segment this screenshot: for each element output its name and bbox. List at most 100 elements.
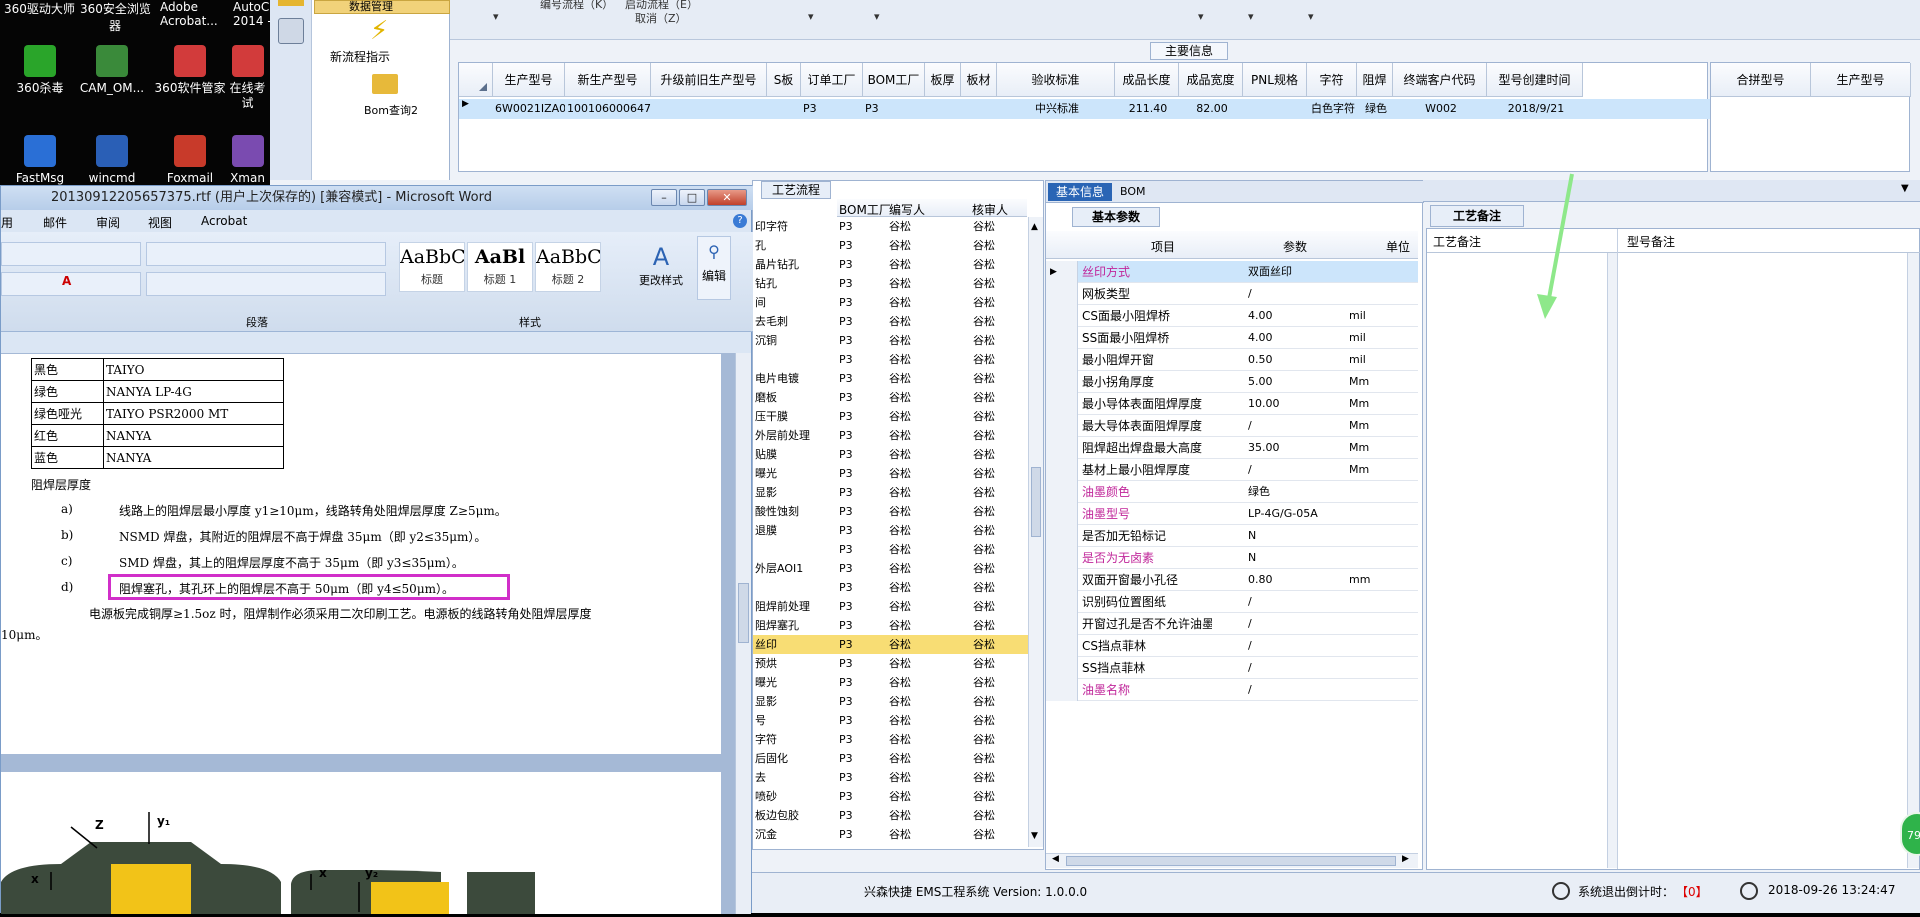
row-header[interactable] bbox=[1046, 679, 1078, 701]
row-header[interactable] bbox=[1046, 569, 1078, 591]
new-flow-button[interactable]: 新流程指示 bbox=[330, 48, 390, 65]
table-row[interactable]: 油墨名称 / bbox=[1046, 679, 1418, 701]
row-header[interactable] bbox=[1046, 393, 1078, 415]
help-icon[interactable]: ? bbox=[733, 214, 747, 228]
table-cell[interactable]: / bbox=[1248, 613, 1348, 635]
chevron-down-icon[interactable]: ▾ bbox=[1248, 10, 1254, 23]
column-header[interactable]: 板材 bbox=[961, 63, 997, 97]
maximize-button[interactable]: □ bbox=[679, 189, 705, 206]
document-page-2[interactable]: Z y₁ x x y₂ bbox=[1, 772, 721, 914]
row-header[interactable] bbox=[1046, 525, 1078, 547]
table-row[interactable]: CS挡点菲林 / bbox=[1046, 635, 1418, 657]
document-page[interactable]: 黑色 TAIYO 绿色 NANYA LP-4G 绿色哑光 TAIYO PSR20… bbox=[1, 354, 721, 754]
table-row[interactable]: 识别码位置图纸 / bbox=[1046, 591, 1418, 613]
desktop-icon-360-antivirus[interactable]: 360杀毒 bbox=[0, 45, 80, 125]
paragraph-buttons-row1[interactable] bbox=[146, 242, 386, 266]
scrollbar[interactable] bbox=[735, 353, 751, 914]
tab-acrobat[interactable]: Acrobat bbox=[201, 214, 247, 228]
desktop-icon-exam[interactable]: 在线考试 bbox=[225, 45, 270, 125]
column-header[interactable]: 阻焊 bbox=[1357, 63, 1393, 97]
edit-button[interactable]: ⚲ 编辑 bbox=[697, 236, 731, 300]
column-header[interactable]: 升级前旧生产型号 bbox=[651, 63, 767, 97]
desktop-label-autocad[interactable]: AutoC 2014 - bbox=[233, 0, 272, 28]
menu-item-cancel[interactable]: 取消（Z） bbox=[635, 10, 687, 26]
tab-review[interactable]: 审阅 bbox=[96, 214, 120, 231]
row-header[interactable] bbox=[1046, 371, 1078, 393]
table-row[interactable]: 曝光 P3 谷松 谷松 bbox=[753, 464, 1028, 483]
table-row[interactable]: 水洗烘干 P3 谷松 谷松 bbox=[753, 844, 1028, 847]
table-row[interactable]: 外层前处理 P3 谷松 谷松 bbox=[753, 426, 1028, 445]
table-row[interactable]: 压干膜 P3 谷松 谷松 bbox=[753, 407, 1028, 426]
table-row[interactable]: ▶ 丝印方式 双面丝印 bbox=[1046, 261, 1418, 283]
row-header[interactable] bbox=[1046, 349, 1078, 371]
column-header[interactable]: PNL规格 bbox=[1243, 63, 1307, 97]
table-row[interactable]: 沉金 P3 谷松 谷松 bbox=[753, 825, 1028, 844]
column-header[interactable]: 单位 bbox=[1386, 238, 1410, 255]
table-row[interactable]: SS挡点菲林 / bbox=[1046, 657, 1418, 679]
folder-icon[interactable] bbox=[372, 74, 398, 94]
column-header[interactable]: 型号创建时间 bbox=[1487, 63, 1583, 97]
paragraph-buttons-row2[interactable] bbox=[146, 272, 386, 296]
table-cell[interactable]: 4.00 bbox=[1248, 305, 1348, 327]
table-row[interactable]: 酸性蚀刻 P3 谷松 谷松 bbox=[753, 502, 1028, 521]
row-header[interactable] bbox=[1046, 327, 1078, 349]
table-row[interactable]: 贴膜 P3 谷松 谷松 bbox=[753, 445, 1028, 464]
tab-view[interactable]: 视图 bbox=[148, 214, 172, 231]
lightning-icon[interactable]: ⚡ bbox=[370, 16, 398, 46]
table-row[interactable]: SS面最小阻焊桥 4.00 mil bbox=[1046, 327, 1418, 349]
column-header[interactable]: 编写人 bbox=[889, 201, 925, 218]
row-header[interactable] bbox=[1046, 481, 1078, 503]
column-header[interactable]: 工艺备注 bbox=[1433, 233, 1481, 250]
table-row[interactable]: 基材上最小阻焊厚度 / Μm bbox=[1046, 459, 1418, 481]
table-row[interactable]: 喷砂 P3 谷松 谷松 bbox=[753, 787, 1028, 806]
column-header[interactable]: 新生产型号 bbox=[565, 63, 651, 97]
table-cell[interactable]: / bbox=[1248, 635, 1348, 657]
table-cell[interactable]: N bbox=[1248, 547, 1348, 569]
table-row[interactable]: 阻焊塞孔 P3 谷松 谷松 bbox=[753, 616, 1028, 635]
desktop-icon-cam[interactable]: CAM_OM... bbox=[72, 45, 152, 125]
column-header[interactable]: S板 bbox=[767, 63, 801, 97]
column-header[interactable]: 订单工厂 bbox=[801, 63, 863, 97]
row-header[interactable] bbox=[1046, 547, 1078, 569]
column-header[interactable]: 生产型号 bbox=[1811, 63, 1911, 97]
desktop-label-browser[interactable]: 360安全浏览 器 bbox=[80, 0, 151, 34]
style-heading-2[interactable]: AaBbC 标题 2 bbox=[535, 242, 601, 292]
tab-basic-params[interactable]: 基本参数 bbox=[1072, 207, 1160, 227]
scrollbar[interactable]: ▲ ▼ bbox=[1028, 217, 1043, 847]
tab-basic-info[interactable]: 基本信息 bbox=[1048, 183, 1112, 201]
column-header[interactable]: 合拼型号 bbox=[1711, 63, 1811, 97]
column-header[interactable]: 型号备注 bbox=[1627, 233, 1675, 250]
table-row[interactable]: 丝印 P3 谷松 谷松 bbox=[753, 635, 1028, 654]
scrollbar[interactable] bbox=[1607, 253, 1617, 868]
tab-ribbon[interactable]: 用 bbox=[1, 214, 13, 231]
table-cell[interactable]: / bbox=[1248, 283, 1348, 305]
row-header[interactable] bbox=[1046, 635, 1078, 657]
column-header[interactable]: 字符 bbox=[1307, 63, 1357, 97]
table-row[interactable]: 双面开窗最小孔径 0.80 mm bbox=[1046, 569, 1418, 591]
gear-icon[interactable] bbox=[278, 18, 304, 44]
table-row[interactable]: 孔 P3 谷松 谷松 bbox=[753, 236, 1028, 255]
chevron-down-icon[interactable]: ▾ bbox=[1308, 10, 1314, 23]
table-row[interactable]: 间 P3 谷松 谷松 bbox=[753, 293, 1028, 312]
table-cell[interactable]: N bbox=[1248, 525, 1348, 547]
table-row[interactable]: 开窗过孔是否不允许油墨入孔 / bbox=[1046, 613, 1418, 635]
table-cell[interactable]: 10.00 bbox=[1248, 393, 1348, 415]
table-row[interactable]: 网板类型 / bbox=[1046, 283, 1418, 305]
desktop-icon-360-manager[interactable]: 360软件管家 bbox=[150, 45, 230, 125]
chevron-down-icon[interactable]: ▼ bbox=[1031, 831, 1038, 841]
column-header[interactable]: 参数 bbox=[1283, 238, 1307, 255]
table-row[interactable]: 最小导体表面阻焊厚度 10.00 Μm bbox=[1046, 393, 1418, 415]
table-row[interactable]: 阻焊前处理 P3 谷松 谷松 bbox=[753, 597, 1028, 616]
column-header[interactable]: BOM工厂 bbox=[839, 201, 891, 218]
table-row[interactable]: 字符 P3 谷松 谷松 bbox=[753, 730, 1028, 749]
table-cell[interactable]: 绿色 bbox=[1248, 481, 1348, 503]
table-row[interactable]: 显影 P3 谷松 谷松 bbox=[753, 692, 1028, 711]
chevron-down-icon[interactable]: ▾ bbox=[808, 10, 814, 23]
table-row[interactable]: 外层AOI1 P3 谷松 谷松 bbox=[753, 559, 1028, 578]
desktop-label-driver[interactable]: 360驱动大师 bbox=[4, 0, 75, 17]
row-header[interactable] bbox=[1046, 503, 1078, 525]
table-row[interactable]: 油墨型号 LP-4G/G-05A bbox=[1046, 503, 1418, 525]
table-cell[interactable]: / bbox=[1248, 459, 1348, 481]
table-cell[interactable]: / bbox=[1248, 415, 1348, 437]
row-header[interactable] bbox=[1046, 459, 1078, 481]
